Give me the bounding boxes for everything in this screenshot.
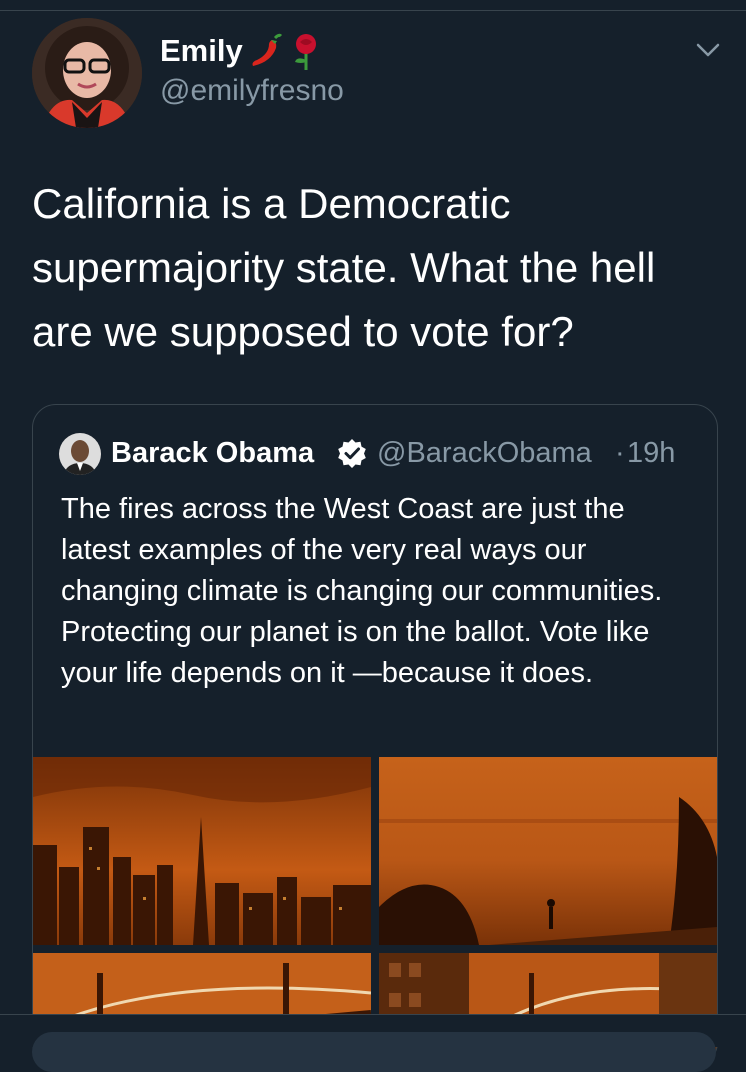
author-avatar[interactable]: [32, 18, 142, 128]
photo-city-skyline[interactable]: [33, 757, 371, 945]
rose-emoji: [289, 32, 323, 70]
chevron-down-icon[interactable]: [692, 36, 724, 64]
tweet-text: California is a Democratic supermajority…: [32, 180, 656, 355]
author-display-name[interactable]: Emily: [160, 33, 243, 69]
quoted-tweet-card[interactable]: Barack Obama @BarackObama · 19h The fire…: [32, 404, 718, 1066]
separator-dot: ·: [615, 437, 625, 469]
verified-badge-icon: [337, 438, 367, 468]
quoted-author-handle[interactable]: @BarackObama: [377, 437, 592, 470]
quoted-tweet-text: The fires across the West Coast are just…: [61, 493, 663, 689]
top-divider: [0, 10, 746, 11]
photo-bay-view[interactable]: [379, 757, 717, 945]
quoted-author-avatar[interactable]: [59, 433, 101, 475]
author-name-row[interactable]: Emily: [160, 32, 323, 70]
reply-input[interactable]: [32, 1032, 716, 1072]
hot-pepper-emoji: [249, 32, 283, 70]
quoted-tweet-time[interactable]: 19h: [627, 437, 675, 470]
quoted-author-name[interactable]: Barack Obama: [111, 437, 314, 470]
author-handle[interactable]: @emilyfresno: [160, 74, 344, 108]
